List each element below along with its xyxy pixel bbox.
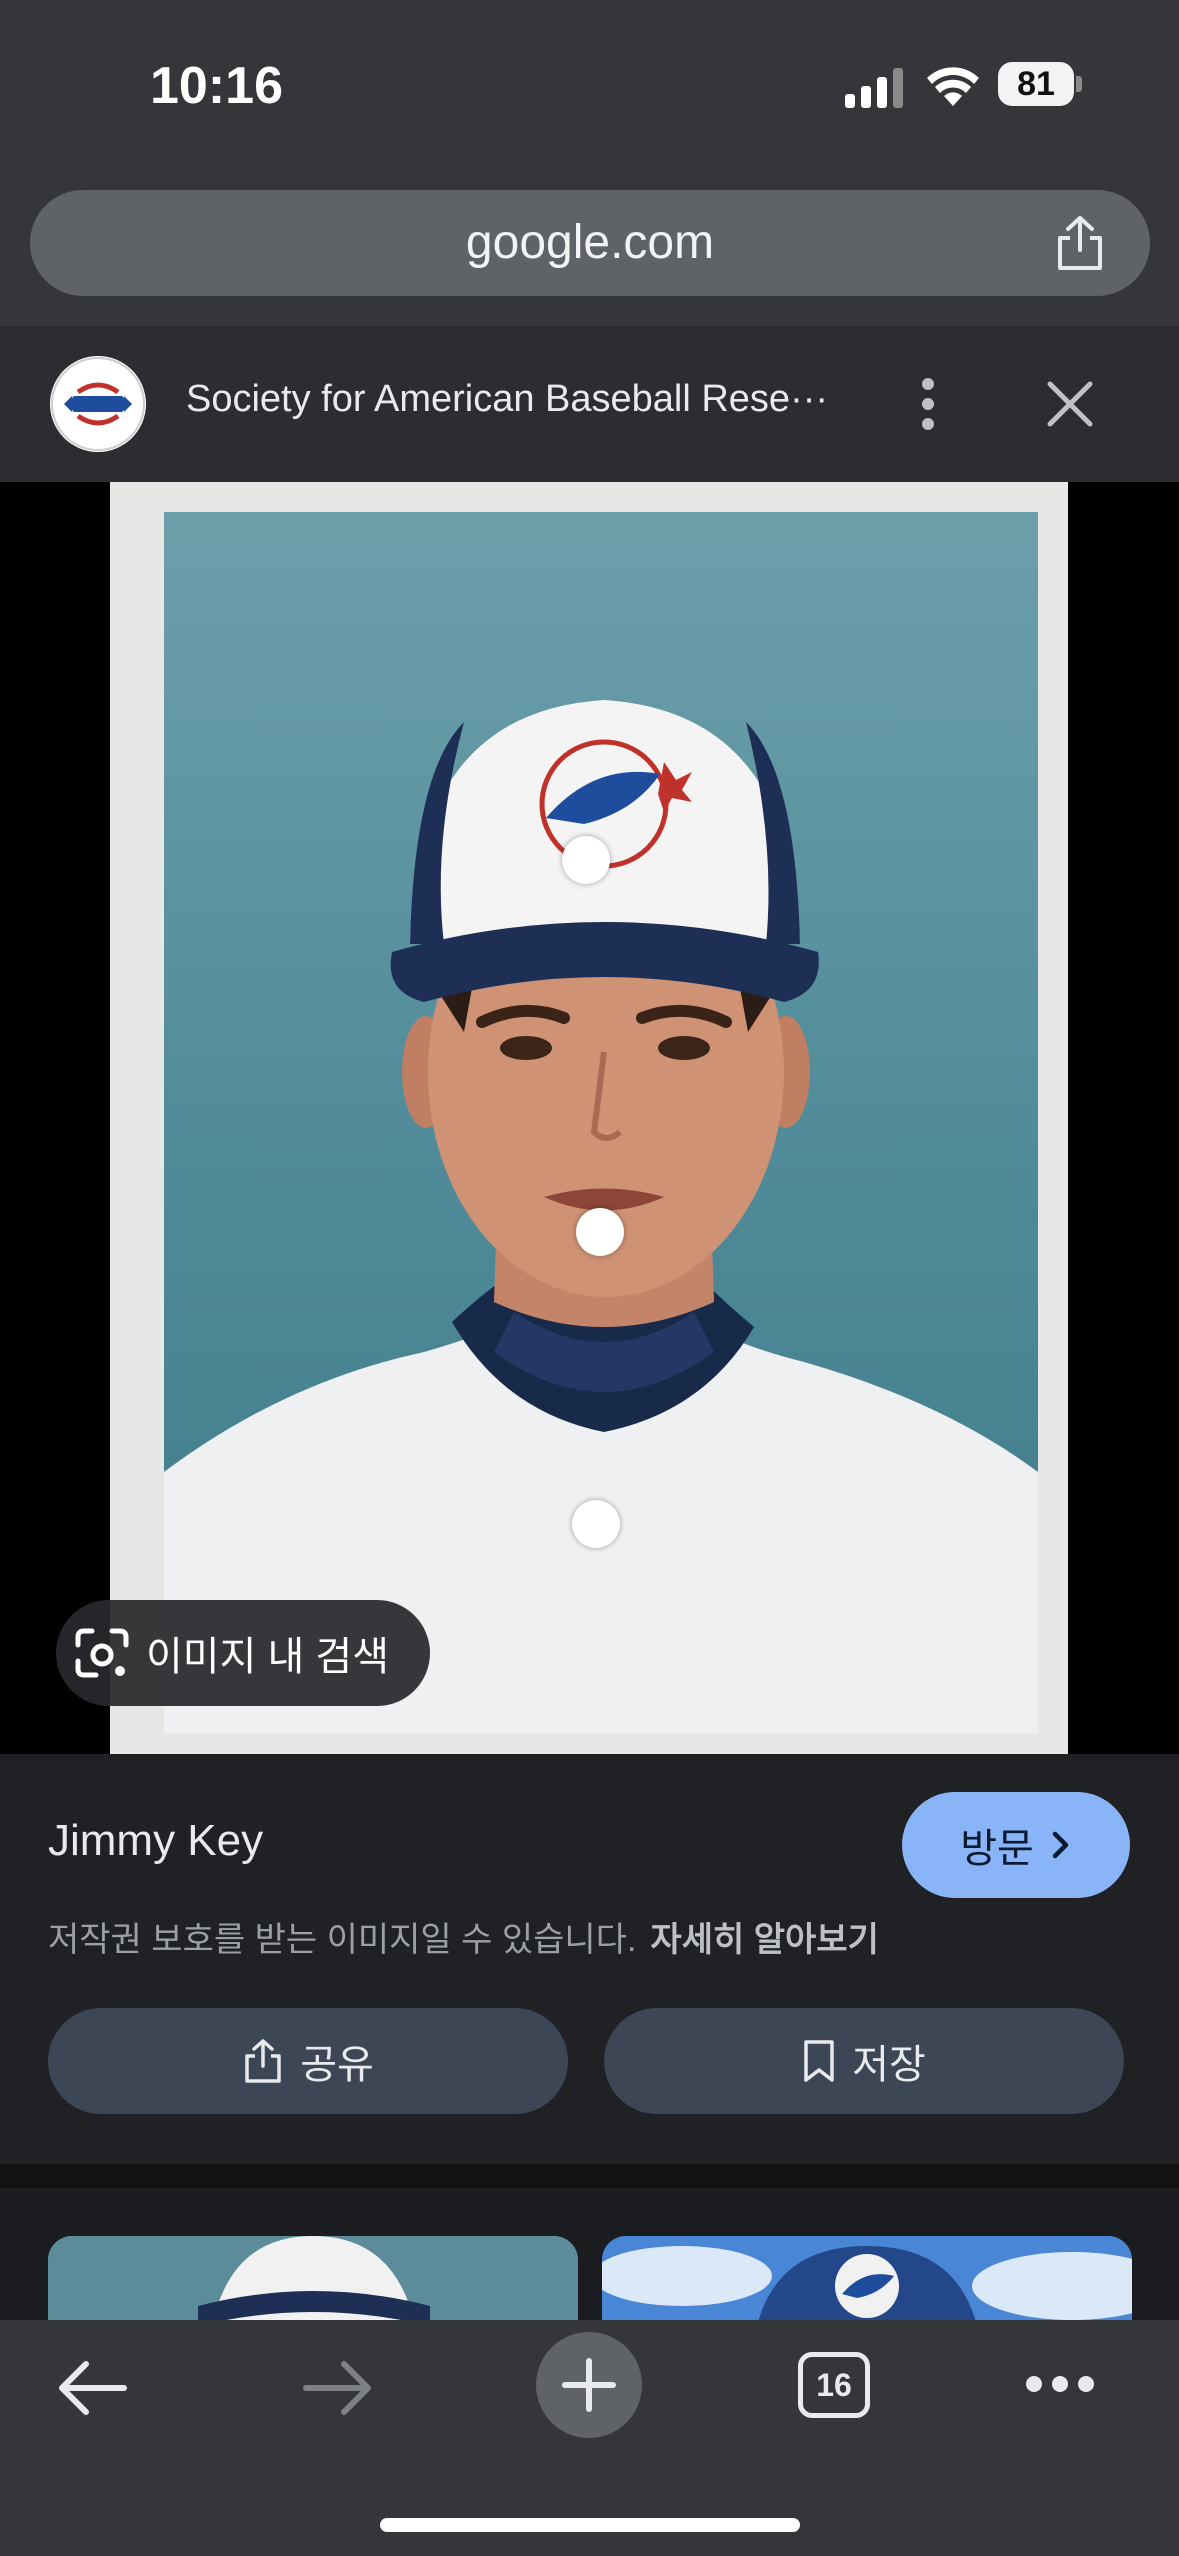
player-portrait-illustration — [164, 700, 1038, 1734]
copyright-notice: 저작권 보호를 받는 이미지일 수 있습니다. 자세히 알아보기 — [48, 1912, 879, 1961]
source-header: Society for American Baseball Rese··· — [0, 328, 1179, 482]
thumbnail-illustration — [48, 2236, 578, 2324]
divider — [0, 2164, 1179, 2188]
save-button[interactable]: 저장 — [604, 2008, 1124, 2114]
forward-arrow-icon[interactable] — [300, 2356, 376, 2420]
visual-search-hotspot[interactable] — [576, 1208, 624, 1256]
more-horiz-icon[interactable] — [1024, 2372, 1096, 2396]
visit-label: 방문 — [960, 1827, 1034, 1871]
visit-button[interactable]: 방문 — [902, 1792, 1130, 1898]
lens-camera-icon — [75, 1628, 129, 1678]
result-title[interactable]: Jimmy Key — [48, 1816, 263, 1866]
result-info-panel: Jimmy Key 방문 저작권 보호를 받는 이미지일 수 있습니다. 자세히 … — [0, 1754, 1179, 2164]
thumbnail-illustration — [602, 2236, 1132, 2324]
battery-cap-icon — [1076, 76, 1082, 92]
player-photo[interactable] — [164, 512, 1038, 1734]
cellular-signal-icon — [845, 68, 903, 108]
url-bar[interactable]: google.com — [30, 190, 1150, 296]
save-label: 저장 — [852, 2043, 926, 2087]
url-text[interactable]: google.com — [30, 190, 1150, 296]
share-label: 공유 — [300, 2043, 374, 2087]
status-time: 10:16 — [150, 57, 283, 115]
chevron-right-icon — [1052, 1831, 1069, 1859]
visual-search-hotspot[interactable] — [572, 1500, 620, 1548]
more-vert-icon[interactable] — [910, 374, 946, 434]
related-image-thumbnail[interactable] — [48, 2236, 578, 2324]
wifi-icon — [927, 67, 979, 106]
share-icon[interactable] — [1052, 214, 1108, 272]
tab-switcher-button[interactable]: 16 — [798, 2352, 870, 2418]
sabr-logo-icon[interactable] — [50, 356, 146, 452]
bookmark-icon — [804, 2040, 834, 2082]
close-icon[interactable] — [1040, 374, 1100, 434]
browser-top-bar: 10:16 81 google.com — [0, 0, 1179, 328]
copyright-text: 저작권 보호를 받는 이미지일 수 있습니다. — [48, 1921, 637, 1959]
share-button[interactable]: 공유 — [48, 2008, 568, 2114]
new-tab-button[interactable] — [536, 2332, 642, 2438]
related-images — [0, 2164, 1179, 2324]
lens-search-label: 이미지 내 검색 — [146, 1635, 390, 1679]
share-icon — [245, 2039, 281, 2083]
plus-icon — [562, 2358, 616, 2412]
source-title[interactable]: Society for American Baseball Rese··· — [186, 378, 828, 421]
visual-search-hotspot[interactable] — [562, 836, 610, 884]
back-arrow-icon[interactable] — [54, 2356, 130, 2420]
photo-frame — [110, 482, 1068, 1754]
image-viewer: 이미지 내 검색 — [0, 482, 1179, 1754]
lens-search-button[interactable]: 이미지 내 검색 — [56, 1600, 430, 1706]
battery-indicator: 81 — [998, 62, 1074, 106]
learn-more-link[interactable]: 자세히 알아보기 — [650, 1921, 878, 1959]
home-indicator[interactable] — [380, 2518, 800, 2532]
browser-toolbar: 16 — [0, 2320, 1179, 2556]
related-image-thumbnail[interactable] — [602, 2236, 1132, 2324]
